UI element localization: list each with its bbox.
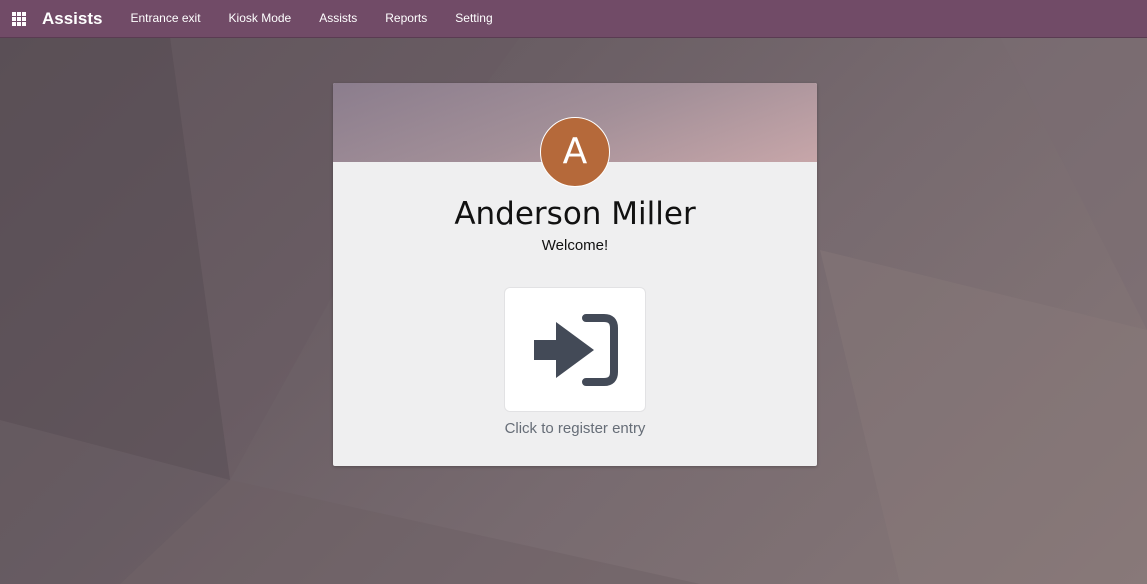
welcome-message: Welcome! bbox=[541, 237, 609, 254]
check-in-caption: Click to register entry bbox=[504, 420, 646, 437]
app-title[interactable]: Assists bbox=[42, 9, 102, 29]
avatar: A bbox=[540, 117, 610, 187]
check-in-button[interactable] bbox=[504, 287, 646, 412]
menu-item-kiosk-mode[interactable]: Kiosk Mode bbox=[215, 0, 306, 37]
apps-grid-icon[interactable] bbox=[12, 11, 28, 26]
menu-item-reports[interactable]: Reports bbox=[371, 0, 441, 37]
attendance-card: A Anderson Miller Welcome! Click to regi… bbox=[333, 83, 817, 466]
menu-item-setting[interactable]: Setting bbox=[441, 0, 506, 37]
employee-name: Anderson Miller bbox=[454, 196, 696, 232]
menu-item-entrance-exit[interactable]: Entrance exit bbox=[116, 0, 214, 37]
top-navbar: Assists Entrance exit Kiosk Mode Assists… bbox=[0, 0, 1147, 38]
sign-in-icon bbox=[534, 313, 618, 386]
menu-item-assists[interactable]: Assists bbox=[305, 0, 371, 37]
